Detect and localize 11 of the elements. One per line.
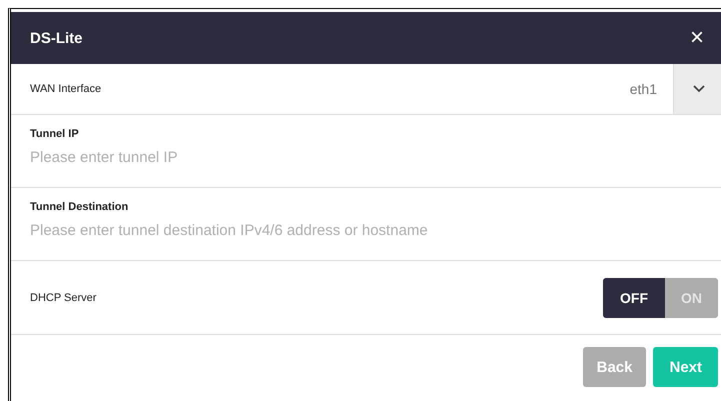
- dropdown-button[interactable]: [673, 64, 721, 114]
- field-label: Tunnel Destination: [30, 201, 130, 213]
- field-label: DHCP Server: [30, 292, 96, 304]
- back-button[interactable]: Back: [582, 347, 646, 387]
- select-value[interactable]: eth1: [630, 81, 657, 97]
- toggle-option[interactable]: OFF: [603, 278, 665, 318]
- dialog-title: DS-Lite: [30, 30, 82, 46]
- close-button[interactable]: ×: [690, 26, 704, 50]
- field-label: Tunnel IP: [30, 128, 80, 140]
- field-label: WAN Interface: [30, 83, 102, 95]
- chevron-down-icon: [692, 85, 704, 93]
